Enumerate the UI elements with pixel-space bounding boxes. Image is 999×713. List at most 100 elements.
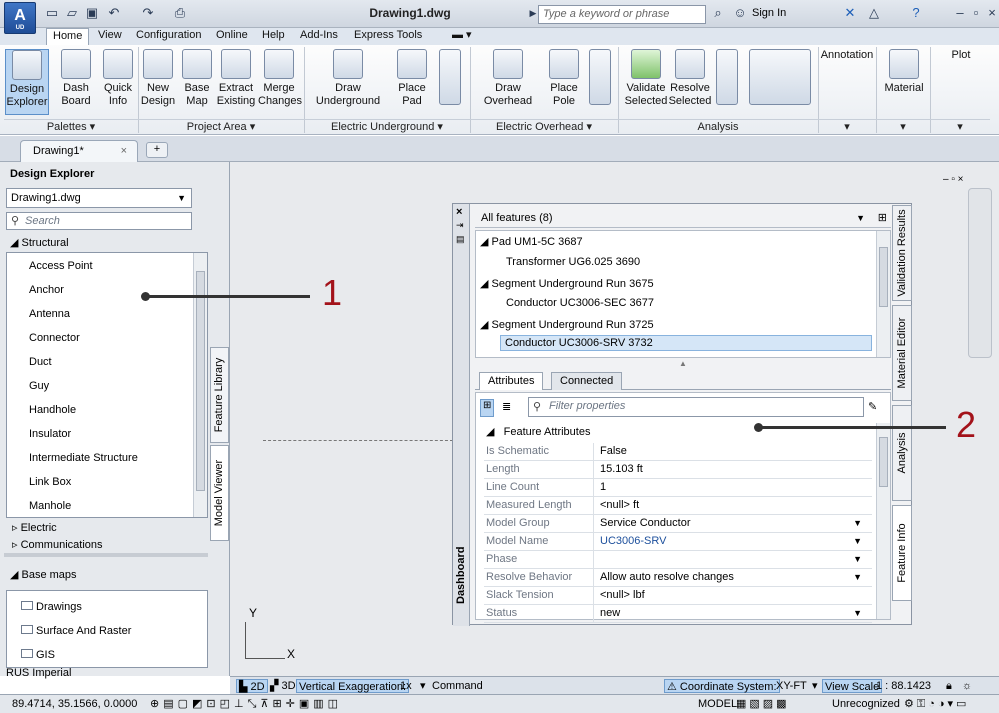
annotation-button[interactable]: Annotation [820,49,874,115]
group-plot-expand[interactable]: ▾ [930,119,990,133]
list-item[interactable]: Link Box [29,476,71,488]
explorer-search-input[interactable]: ⚲ Search [6,212,192,230]
tab-express-tools[interactable]: Express Tools [348,28,428,45]
base-map-drawings[interactable]: Drawings [21,601,82,613]
edit-properties-icon[interactable]: ✎ [868,400,877,413]
dash-board-button[interactable]: Dash Board [54,49,98,115]
2d-toggle[interactable]: ▙ 2D [236,679,268,693]
exchange-icon[interactable]: ✕ [842,5,858,21]
open-file-icon[interactable]: ▱ [64,5,80,21]
tab-home[interactable]: Home [46,28,90,45]
group-electric-overhead[interactable]: Electric Overhead ▾ [470,119,618,133]
categorized-view-icon[interactable]: ⊞ [480,399,495,417]
tree-node[interactable]: ◢ Segment Underground Run 3725 [480,318,654,331]
property-row[interactable]: Slack Tension <null> lbf [484,587,872,605]
group-annotation-expand[interactable]: ▾ [818,119,876,133]
minimize-icon[interactable]: – [952,5,968,21]
tab-help[interactable]: Help [256,28,291,45]
list-scrollbar[interactable] [193,253,207,517]
tab-material-editor[interactable]: Material Editor [892,305,912,401]
list-item[interactable]: Handhole [29,404,76,416]
group-analysis[interactable]: Analysis [618,119,818,133]
property-row[interactable]: Phase ▼ [484,551,872,569]
property-row[interactable]: Status new ▼ [484,605,872,623]
analysis-grid-button[interactable] [746,49,814,115]
tree-options-icon[interactable]: ⊞ [878,212,887,224]
splitter[interactable] [4,553,208,557]
list-item[interactable]: Access Point [29,260,93,272]
group-electric-underground[interactable]: Electric Underground ▾ [304,119,470,133]
list-item[interactable]: Guy [29,380,49,392]
tree-node-selected[interactable]: Conductor UC3006-SRV 3732 [500,335,872,351]
alphabetical-view-icon[interactable]: ≣ [502,400,511,413]
chevron-down-icon[interactable]: ▼ [853,569,862,586]
group-palettes[interactable]: Palettes ▾ [4,119,138,133]
command-menu-icon[interactable]: ▾ [420,679,426,693]
help-search-input[interactable]: Type a keyword or phrase [538,5,706,24]
tray-icons[interactable]: ⚙⚿◔◑▾▭ [904,697,969,711]
tree-scrollbar[interactable] [876,231,890,357]
base-map-surface-raster[interactable]: Surface And Raster [21,625,131,637]
close-tab-icon[interactable]: × [121,141,127,161]
property-row[interactable]: Is Schematic False [484,443,872,461]
tab-online[interactable]: Online [210,28,254,45]
resolve-selected-button[interactable]: Resolve Selected [668,49,712,115]
new-tab-button[interactable]: + [146,142,168,158]
tree-node[interactable]: Transformer UG6.025 3690 [506,256,640,268]
properties-scrollbar[interactable] [876,423,890,619]
quick-info-button[interactable]: Quick Info [100,49,136,115]
3d-toggle[interactable]: ▞ 3D [270,679,296,693]
command-line[interactable]: Command [432,679,483,693]
electric-header[interactable]: ▹ Electric [12,520,57,536]
restore-icon[interactable]: ▫ [968,5,984,21]
list-item[interactable]: Insulator [29,428,71,440]
tree-node[interactable]: ◢ Pad UM1-5C 3687 [480,235,583,248]
communications-header[interactable]: ▹ Communications [12,537,103,553]
help-icon[interactable]: ? [908,5,924,21]
properties-icon[interactable]: ▤ [456,234,465,245]
list-item[interactable]: Duct [29,356,52,368]
close-icon[interactable]: × [984,5,999,21]
tab-validation-results[interactable]: Validation Results [892,205,912,301]
application-menu-button[interactable]: A UD [4,2,36,34]
viewport-controls[interactable]: – ▫ × [943,174,993,186]
property-row[interactable]: Model Name UC3006-SRV ▼ [484,533,872,551]
tree-node[interactable]: Conductor UC3006-SEC 3677 [506,297,654,309]
features-filter[interactable]: All features (8) ▼ ⊞ [475,208,891,228]
binoculars-icon[interactable]: ⌕ [710,5,726,21]
analysis-tools-button[interactable] [714,49,740,115]
ribbon-options-icon[interactable]: ▬ ▾ [446,28,478,45]
drawing-select[interactable]: Drawing1.dwg ▼ [6,188,192,208]
chevron-down-icon[interactable]: ▼ [853,551,862,568]
view-scale-value[interactable]: 1 : 88.1423 [876,679,931,693]
filter-properties-input[interactable]: ⚲ Filter properties [528,397,864,417]
tree-node[interactable]: ◢ Segment Underground Run 3675 [480,277,654,290]
property-row[interactable]: Model Group Service Conductor ▼ [484,515,872,533]
list-item[interactable]: Intermediate Structure [29,452,138,464]
group-material-expand[interactable]: ▾ [876,119,930,133]
user-icon[interactable]: ☺ [732,5,748,21]
vertical-exaggeration-value[interactable]: 1x [400,679,412,693]
feature-attributes-header[interactable]: ◢ Feature Attributes [486,425,590,438]
property-row[interactable]: Measured Length <null> ft [484,497,872,515]
plot-button[interactable]: Plot [936,49,986,115]
tab-add-ins[interactable]: Add-Ins [294,28,344,45]
list-item[interactable]: Manhole [29,500,71,512]
group-project-area[interactable]: Project Area ▾ [138,119,304,133]
tab-view[interactable]: View [92,28,128,45]
extract-existing-button[interactable]: Extract Existing [216,49,256,115]
place-pole-button[interactable]: Place Pole [544,49,584,115]
splitter-grip-icon[interactable]: ▲ [679,359,687,368]
merge-changes-button[interactable]: Merge Changes [258,49,302,115]
autodesk360-icon[interactable]: △ [866,5,882,21]
document-tab[interactable]: Drawing1* × [20,140,138,162]
draw-underground-button[interactable]: Draw Underground [314,49,382,115]
chevron-down-icon[interactable]: ▼ [853,515,862,532]
tab-analysis[interactable]: Analysis [892,405,912,501]
base-map-button[interactable]: Base Map [180,49,214,115]
validate-selected-button[interactable]: Validate Selected [624,49,668,115]
new-design-button[interactable]: New Design [140,49,176,115]
base-maps-header[interactable]: ◢ Base maps [10,567,77,583]
tab-feature-info[interactable]: Feature Info [892,505,912,601]
property-row[interactable]: Resolve Behavior Allow auto resolve chang… [484,569,872,587]
